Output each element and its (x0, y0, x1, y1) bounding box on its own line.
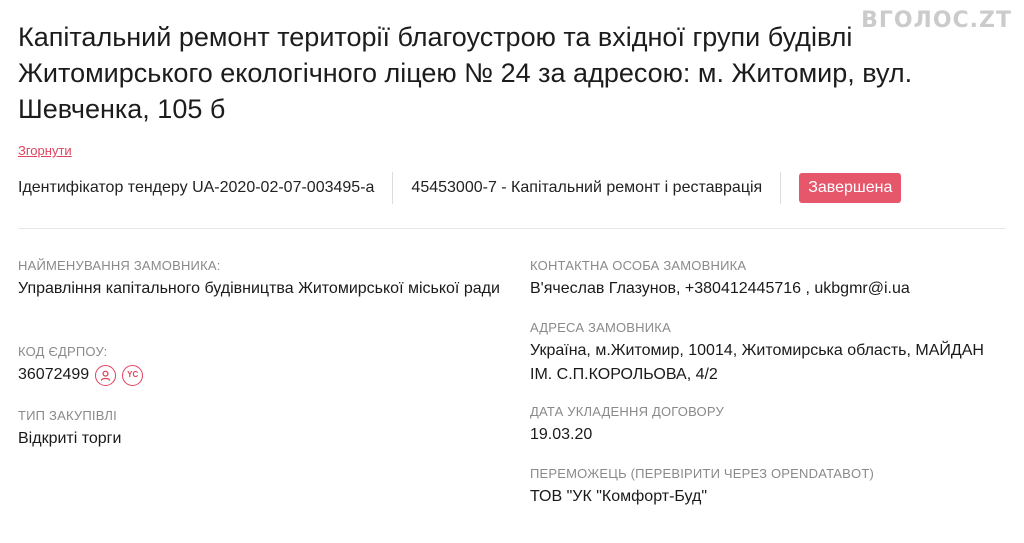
edrpou-field: КОД ЄДРПОУ: 36072499 YC (18, 344, 508, 387)
status-badge: Завершена (799, 173, 902, 203)
customer-address-value: Україна, м.Житомир, 10014, Житомирська о… (530, 342, 984, 383)
customer-name-field: НАЙМЕНУВАННЯ ЗАМОВНИКА: Управління капіт… (18, 258, 508, 301)
yc-icon[interactable]: YC (122, 364, 144, 386)
collapse-link[interactable]: Згорнути (18, 143, 72, 158)
winner-label: ПЕРЕМОЖЕЦЬ (ПЕРЕВІРИТИ ЧЕРЕЗ OPENDATABOT… (530, 466, 875, 481)
procurement-type-value: Відкриті торги (18, 430, 122, 447)
contact-person-value: В'ячеслав Глазунов, +380412445716 , ukbg… (530, 280, 910, 297)
procurement-type-label: ТИП ЗАКУПІВЛІ (18, 408, 117, 423)
person-icon-glyph (100, 370, 111, 381)
winner-field: ПЕРЕМОЖЕЦЬ (ПЕРЕВІРИТИ ЧЕРЕЗ OPENDATABOT… (530, 466, 1010, 509)
tender-meta-row: Ідентифікатор тендеру UA-2020-02-07-0034… (18, 172, 902, 204)
divider (18, 228, 1006, 229)
person-icon[interactable] (95, 364, 117, 386)
customer-name-label: НАЙМЕНУВАННЯ ЗАМОВНИКА: (18, 258, 221, 273)
customer-address-field: АДРЕСА ЗАМОВНИКА Україна, м.Житомир, 100… (530, 320, 1010, 387)
edrpou-value: 36072499 (18, 366, 90, 383)
contact-person-label: КОНТАКТНА ОСОБА ЗАМОВНИКА (530, 258, 747, 273)
customer-address-label: АДРЕСА ЗАМОВНИКА (530, 320, 671, 335)
cpv-classification: 45453000-7 - Капітальний ремонт і рестав… (393, 172, 782, 204)
page-title: Капітальний ремонт території благоустрою… (18, 22, 913, 124)
contract-date-label: ДАТА УКЛАДЕННЯ ДОГОВОРУ (530, 404, 724, 419)
contract-date-value: 19.03.20 (530, 426, 593, 443)
procurement-type-field: ТИП ЗАКУПІВЛІ Відкриті торги (18, 408, 508, 451)
edrpou-label: КОД ЄДРПОУ: (18, 344, 108, 359)
contact-person-field: КОНТАКТНА ОСОБА ЗАМОВНИКА В'ячеслав Глаз… (530, 258, 1010, 301)
contract-date-field: ДАТА УКЛАДЕННЯ ДОГОВОРУ 19.03.20 (530, 404, 1010, 447)
edrpou-row: 36072499 YC (18, 363, 508, 387)
tender-id: Ідентифікатор тендеру UA-2020-02-07-0034… (18, 172, 394, 204)
customer-name-value: Управління капітального будівництва Жито… (18, 280, 500, 297)
winner-link[interactable]: ТОВ "УК "Комфорт-Буд" (530, 485, 1010, 509)
